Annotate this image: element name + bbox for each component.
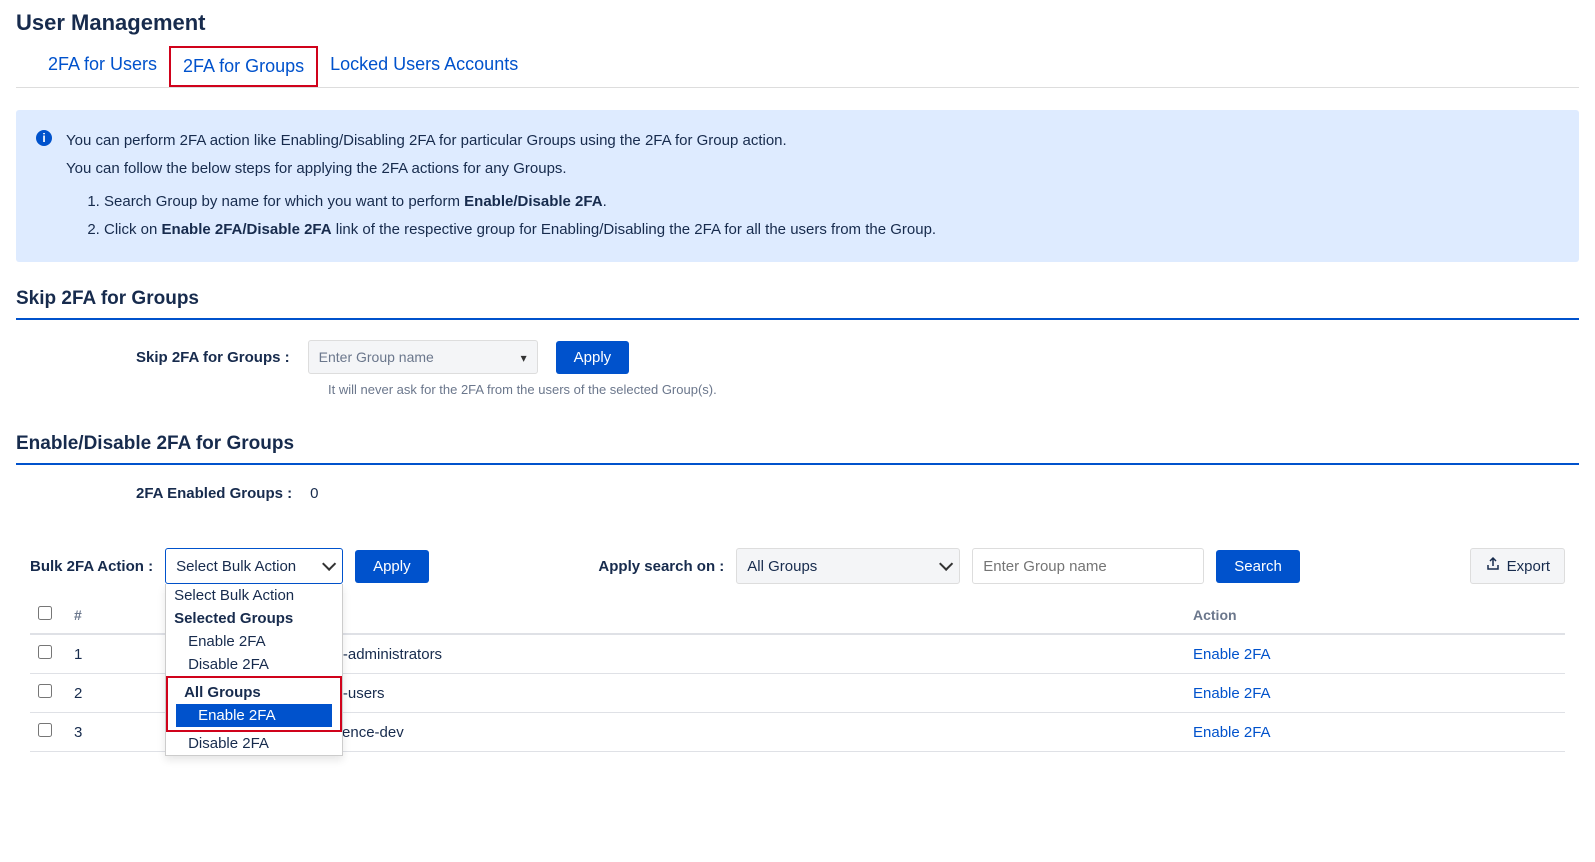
skip-label: Skip 2FA for Groups : <box>136 349 290 366</box>
search-button[interactable]: Search <box>1216 550 1300 583</box>
tabs-bar: 2FA for Users 2FA for Groups Locked User… <box>16 46 1579 88</box>
tab-locked-users[interactable]: Locked Users Accounts <box>318 46 530 87</box>
export-icon <box>1485 556 1501 576</box>
enable-2fa-link[interactable]: Enable 2FA <box>1193 646 1271 663</box>
row-checkbox[interactable] <box>38 684 52 698</box>
export-label: Export <box>1507 558 1550 575</box>
chevron-down-icon <box>939 558 949 575</box>
bulk-action-trigger[interactable]: Select Bulk Action <box>165 548 343 584</box>
bulk-group-all: All Groups <box>176 681 332 704</box>
info-panel: i You can perform 2FA action like Enabli… <box>16 110 1579 262</box>
enabled-groups-label: 2FA Enabled Groups : <box>136 485 292 502</box>
col-name: Name <box>294 596 1185 634</box>
tab-2fa-users[interactable]: 2FA for Users <box>36 46 169 87</box>
filter-select[interactable]: All Groups <box>736 548 960 584</box>
skip-hint: It will never ask for the 2FA from the u… <box>328 382 1579 397</box>
row-name: confluence-dev <box>294 713 1185 752</box>
col-checkbox <box>30 596 64 634</box>
skip-group-select[interactable]: Enter Group name <box>308 340 538 374</box>
enabled-groups-count: 0 <box>310 485 318 502</box>
skip-row: Skip 2FA for Groups : Enter Group name A… <box>136 340 1579 374</box>
col-action: Action <box>1185 596 1565 634</box>
row-name: uence-administrators <box>294 634 1185 674</box>
info-icon: i <box>36 130 52 146</box>
bulk-action-label: Bulk 2FA Action : <box>30 558 153 575</box>
info-line2: You can follow the below steps for apply… <box>66 156 936 182</box>
filter-value: All Groups <box>747 558 817 575</box>
section-divider-2 <box>16 463 1579 465</box>
export-button[interactable]: Export <box>1470 548 1565 584</box>
tab-2fa-groups[interactable]: 2FA for Groups <box>169 46 318 87</box>
enabled-groups-row: 2FA Enabled Groups : 0 <box>136 485 1579 502</box>
toolbar: Bulk 2FA Action : Select Bulk Action Sel… <box>16 548 1579 584</box>
select-all-checkbox[interactable] <box>38 606 52 620</box>
row-checkbox[interactable] <box>38 645 52 659</box>
bulk-action-value: Select Bulk Action <box>176 558 296 575</box>
row-name: uence-users <box>294 674 1185 713</box>
info-step-1: Search Group by name for which you want … <box>104 189 936 215</box>
skip-heading: Skip 2FA for Groups <box>16 288 1579 310</box>
bulk-apply-button[interactable]: Apply <box>355 550 429 583</box>
row-checkbox[interactable] <box>38 723 52 737</box>
bulk-option-default[interactable]: Select Bulk Action <box>166 584 342 607</box>
group-search-input[interactable] <box>972 548 1204 584</box>
chevron-down-icon <box>521 349 527 365</box>
enable-heading: Enable/Disable 2FA for Groups <box>16 433 1579 455</box>
section-divider <box>16 318 1579 320</box>
bulk-option-selected-enable[interactable]: Enable 2FA <box>166 630 342 653</box>
bulk-option-all-enable[interactable]: Enable 2FA <box>176 704 332 727</box>
skip-apply-button[interactable]: Apply <box>556 341 630 374</box>
apply-search-label: Apply search on : <box>598 558 724 575</box>
info-line1: You can perform 2FA action like Enabling… <box>66 128 936 154</box>
info-step-2: Click on Enable 2FA/Disable 2FA link of … <box>104 217 936 243</box>
bulk-option-selected-disable[interactable]: Disable 2FA <box>166 653 342 676</box>
enable-2fa-link[interactable]: Enable 2FA <box>1193 724 1271 741</box>
enable-2fa-link[interactable]: Enable 2FA <box>1193 685 1271 702</box>
chevron-down-icon <box>322 558 332 575</box>
bulk-group-selected: Selected Groups <box>166 607 342 630</box>
bulk-action-dropdown: Select Bulk Action Selected Groups Enabl… <box>165 584 343 756</box>
bulk-option-all-disable[interactable]: Disable 2FA <box>166 732 342 755</box>
info-content: You can perform 2FA action like Enabling… <box>66 128 936 244</box>
page-title: User Management <box>16 10 1579 36</box>
bulk-action-select[interactable]: Select Bulk Action Select Bulk Action Se… <box>165 548 343 584</box>
skip-group-placeholder: Enter Group name <box>319 349 434 365</box>
